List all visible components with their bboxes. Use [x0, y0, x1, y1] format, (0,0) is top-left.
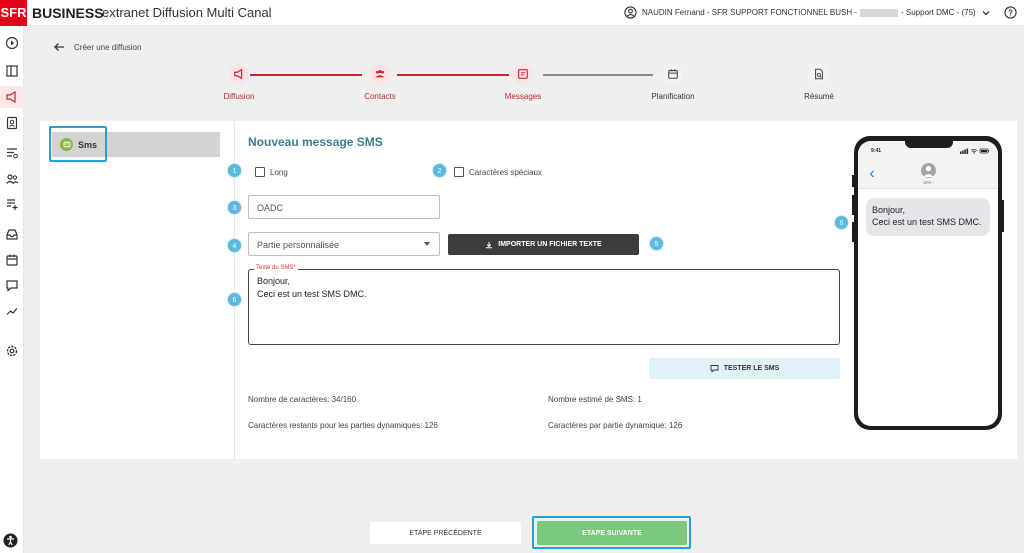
document-search-icon: [815, 68, 823, 80]
step-badge: 6: [834, 215, 849, 230]
playlist-add-icon[interactable]: [5, 197, 19, 211]
highlight-frame: [49, 126, 107, 162]
chars-per-dynamic-part: Caractères par partie dynamique: 126: [548, 421, 683, 430]
step-badge: 5: [649, 236, 664, 251]
user-account-icon[interactable]: [624, 6, 637, 19]
phone-status-icons: [960, 148, 990, 154]
sms-text-area[interactable]: [248, 269, 840, 345]
page-title: Nouveau message SMS: [248, 135, 383, 149]
svg-text:?: ?: [1008, 8, 1013, 17]
step-label: Résumé: [804, 92, 834, 101]
long-checkbox[interactable]: [255, 167, 265, 177]
chevron-down-icon[interactable]: [982, 9, 990, 17]
previous-step-label: ETAPE PRÉCÉDENTE: [409, 529, 482, 537]
user-name: NAUDIN Fernand - SFR SUPPORT FONCTIONNEL…: [642, 8, 857, 17]
step-contacts[interactable]: Contacts: [335, 64, 425, 101]
phone-side-button: [1002, 200, 1004, 232]
special-chars-checkbox[interactable]: [454, 167, 464, 177]
sms-text-label-text: Texte du SMS: [256, 265, 294, 271]
megaphone-icon: [6, 90, 16, 104]
step-planification[interactable]: Planification: [628, 64, 718, 101]
dropdown-caret-icon: [424, 242, 430, 246]
dashboard-icon[interactable]: [5, 36, 19, 50]
special-chars-checkbox-label: Caractères spéciaux: [469, 168, 542, 177]
settings-gear-icon[interactable]: [5, 344, 19, 358]
chat-icon[interactable]: [5, 278, 19, 292]
group-icon: [375, 70, 385, 78]
bubble-line: Bonjour,: [872, 205, 906, 215]
estimated-sms-count: Nombre estimé de SMS: 1: [548, 395, 642, 404]
megaphone-icon: [234, 68, 243, 80]
chevron-left-icon: [869, 170, 874, 178]
redacted-block: [860, 8, 898, 17]
step-diffusion[interactable]: Diffusion: [194, 64, 284, 101]
layout-icon[interactable]: [5, 64, 19, 78]
highlight-frame: [532, 516, 691, 549]
chat-icon: [710, 365, 719, 373]
avatar: [921, 163, 936, 178]
sms-text-label: Texte du SMS*: [254, 265, 298, 271]
user-account-label[interactable]: NAUDIN Fernand - SFR SUPPORT FONCTIONNEL…: [642, 8, 976, 17]
step-label: Messages: [504, 92, 542, 101]
list-filter-icon[interactable]: [5, 146, 19, 160]
group-icon[interactable]: [5, 172, 19, 186]
sidebar-item-diffusion[interactable]: [0, 86, 24, 108]
step-badge: 6: [227, 292, 242, 307]
required-marker: *: [293, 265, 296, 271]
step-badge: 1: [227, 163, 242, 178]
remaining-dynamic-chars: Caractères restants pour les parties dyn…: [248, 421, 438, 430]
calendar-icon: [668, 69, 678, 79]
contact-name: SFR ›: [923, 180, 934, 185]
step-label: Diffusion: [223, 92, 255, 101]
long-checkbox-label: Long: [270, 168, 288, 177]
message-bubble: Bonjour, Ceci est un test SMS DMC.: [866, 198, 990, 236]
step-resume[interactable]: Résumé: [774, 64, 864, 101]
step-badge: 2: [432, 163, 447, 178]
previous-step-button[interactable]: ETAPE PRÉCÉDENTE: [370, 522, 521, 544]
test-sms-button[interactable]: TESTER LE SMS: [649, 358, 840, 379]
back-arrow-icon[interactable]: [52, 41, 66, 53]
sfr-logo[interactable]: SFR: [0, 0, 27, 26]
phone-time: 9:41: [871, 148, 882, 154]
contacts-book-icon[interactable]: [5, 116, 19, 130]
top-bar: SFR BUSINESS extranet Diffusion Multi Ca…: [0, 0, 1024, 26]
user-profile: - Support DMC - (75): [901, 8, 976, 17]
download-icon: [486, 241, 493, 248]
step-label: Planification: [651, 92, 695, 101]
brand-business: BUSINESS: [32, 5, 104, 21]
accessibility-icon[interactable]: [3, 533, 18, 548]
personalized-part-value: Partie personnalisée: [257, 240, 340, 250]
step-messages[interactable]: Messages: [478, 64, 568, 101]
breadcrumb[interactable]: Créer une diffusion: [74, 43, 141, 52]
calendar-icon[interactable]: [5, 253, 19, 267]
bubble-line: Ceci est un test SMS DMC.: [872, 217, 982, 227]
import-text-file-button[interactable]: IMPORTER UN FICHIER TEXTE: [448, 234, 639, 255]
char-count: Nombre de caractères: 34/160: [248, 395, 357, 404]
test-sms-label: TESTER LE SMS: [723, 365, 780, 372]
left-navigation-rail: [0, 26, 24, 553]
sms-text-line: Bonjour,: [257, 276, 291, 286]
step-badge: 3: [227, 200, 242, 215]
person-silhouette-icon: [923, 166, 934, 177]
inbox-icon[interactable]: [5, 227, 19, 241]
oadc-placeholder: OADC: [257, 203, 284, 213]
sms-text-line: Ceci est un test SMS DMC.: [257, 289, 367, 299]
app-title: extranet Diffusion Multi Canal: [102, 5, 272, 20]
phone-notch: [905, 139, 953, 148]
trending-icon[interactable]: [5, 304, 19, 318]
message-icon: [518, 69, 528, 79]
import-button-label: IMPORTER UN FICHIER TEXTE: [498, 241, 602, 248]
step-label: Contacts: [364, 92, 396, 101]
step-badge: 4: [227, 238, 242, 253]
help-icon[interactable]: ?: [1004, 6, 1017, 19]
